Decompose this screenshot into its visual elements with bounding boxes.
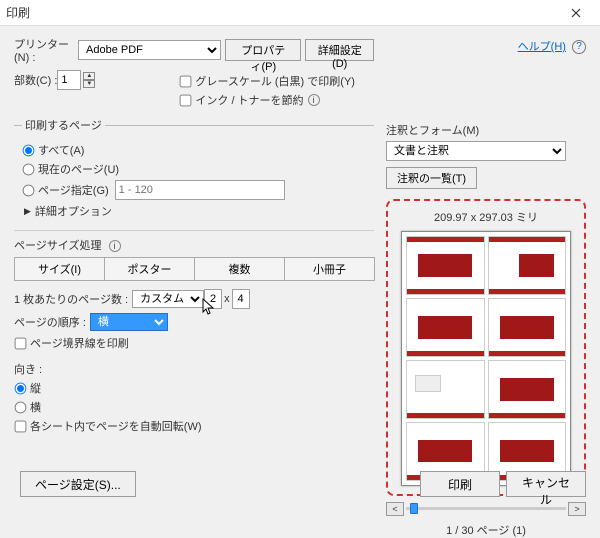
close-button[interactable] xyxy=(556,0,596,26)
borders-checkbox[interactable] xyxy=(15,337,27,349)
help-link-area: ヘルプ(H) ? xyxy=(518,38,586,54)
radio-landscape[interactable] xyxy=(15,401,27,413)
preview-sheet xyxy=(401,231,571,486)
radio-portrait-label: 縦 xyxy=(30,380,41,396)
cancel-button[interactable]: キャンセル xyxy=(506,471,586,497)
help-link[interactable]: ヘルプ(H) xyxy=(518,41,566,53)
window-title: 印刷 xyxy=(4,4,556,21)
radio-current-label: 現在のページ(U) xyxy=(38,161,119,177)
perpage-by: x xyxy=(224,293,230,305)
preview-dimensions: 209.97 x 297.03 ミリ xyxy=(396,209,576,225)
comments-select[interactable]: 文書と注釈 xyxy=(386,141,566,161)
grayscale-label: グレースケール (白黒) で印刷(Y) xyxy=(195,73,355,89)
perpage-label: 1 枚あたりのページ数 : xyxy=(14,291,128,307)
preview-slide-4 xyxy=(488,298,567,357)
preview-slide-2 xyxy=(488,236,567,295)
title-bar: 印刷 xyxy=(0,0,600,26)
radio-current[interactable] xyxy=(23,163,35,175)
order-label: ページの順序 : xyxy=(14,314,86,330)
multiple-button[interactable]: 複数 xyxy=(194,257,285,281)
radio-range-label: ページ指定(G) xyxy=(38,182,109,198)
savetoner-label: インク / トナーを節約 xyxy=(195,92,303,108)
page-setup-button[interactable]: ページ設定(S)... xyxy=(20,471,136,497)
copies-input[interactable] xyxy=(57,70,81,90)
autorotate-label: 各シート内でページを自動回転(W) xyxy=(30,418,202,434)
autorotate-checkbox[interactable] xyxy=(15,420,27,432)
prev-page-button[interactable]: < xyxy=(386,502,404,516)
perpage-mode-select[interactable]: カスタム... xyxy=(132,290,204,308)
radio-all-label: すべて(A) xyxy=(38,142,84,158)
printer-select[interactable]: Adobe PDF xyxy=(78,40,221,60)
info-icon[interactable]: i xyxy=(109,240,121,252)
page-range-group: 印刷するページ すべて(A) 現在のページ(U) ページ指定(G) ▶ 詳細オプ… xyxy=(14,117,374,224)
preview-slide-3 xyxy=(406,298,485,357)
size-button[interactable]: サイズ(I) xyxy=(14,257,105,281)
borders-label: ページ境界線を印刷 xyxy=(30,335,129,351)
grayscale-checkbox[interactable] xyxy=(180,75,192,87)
copies-label: 部数(C) : xyxy=(14,72,57,88)
perpage-rows-input[interactable] xyxy=(232,289,250,309)
preview-slider-thumb[interactable] xyxy=(410,503,418,514)
properties-button[interactable]: プロパティ(P) xyxy=(225,39,301,61)
up-arrow-icon[interactable]: ▲ xyxy=(83,72,95,80)
preview-slide-1 xyxy=(406,236,485,295)
print-button[interactable]: 印刷 xyxy=(420,471,500,497)
perpage-cols-input[interactable] xyxy=(204,289,222,309)
help-icon[interactable]: ? xyxy=(572,40,586,54)
orientation-legend: 向き : xyxy=(14,361,374,377)
advanced-button[interactable]: 詳細設定(D) xyxy=(305,39,374,61)
printer-label: プリンター(N) : xyxy=(14,36,74,64)
preview-slide-6 xyxy=(488,360,567,419)
sizing-legend: ページサイズ処理 xyxy=(14,240,101,252)
down-arrow-icon[interactable]: ▼ xyxy=(83,80,95,88)
order-select[interactable]: 横 xyxy=(90,313,168,331)
poster-button[interactable]: ポスター xyxy=(104,257,195,281)
radio-range[interactable] xyxy=(23,184,35,196)
radio-landscape-label: 横 xyxy=(30,399,41,415)
radio-portrait[interactable] xyxy=(15,382,27,394)
copies-spinner[interactable]: ▲▼ xyxy=(83,72,95,88)
info-icon[interactable]: i xyxy=(308,94,320,106)
radio-all[interactable] xyxy=(23,144,35,156)
more-options-toggle[interactable]: ▶ 詳細オプション xyxy=(24,203,366,219)
page-range-input[interactable] xyxy=(115,180,285,200)
savetoner-checkbox[interactable] xyxy=(180,94,192,106)
comments-legend: 注釈とフォーム(M) xyxy=(386,122,586,138)
preview-slide-5 xyxy=(406,360,485,419)
preview-highlight: 209.97 x 297.03 ミリ xyxy=(386,199,586,496)
next-page-button[interactable]: > xyxy=(568,502,586,516)
booklet-button[interactable]: 小冊子 xyxy=(284,257,375,281)
page-count: 1 / 30 ページ (1) xyxy=(386,522,586,538)
page-range-legend: 印刷するページ xyxy=(22,117,105,133)
close-icon xyxy=(571,8,581,18)
comments-summary-button[interactable]: 注釈の一覧(T) xyxy=(386,167,477,189)
more-options-label: 詳細オプション xyxy=(35,203,112,219)
preview-nav: < > xyxy=(386,502,586,516)
